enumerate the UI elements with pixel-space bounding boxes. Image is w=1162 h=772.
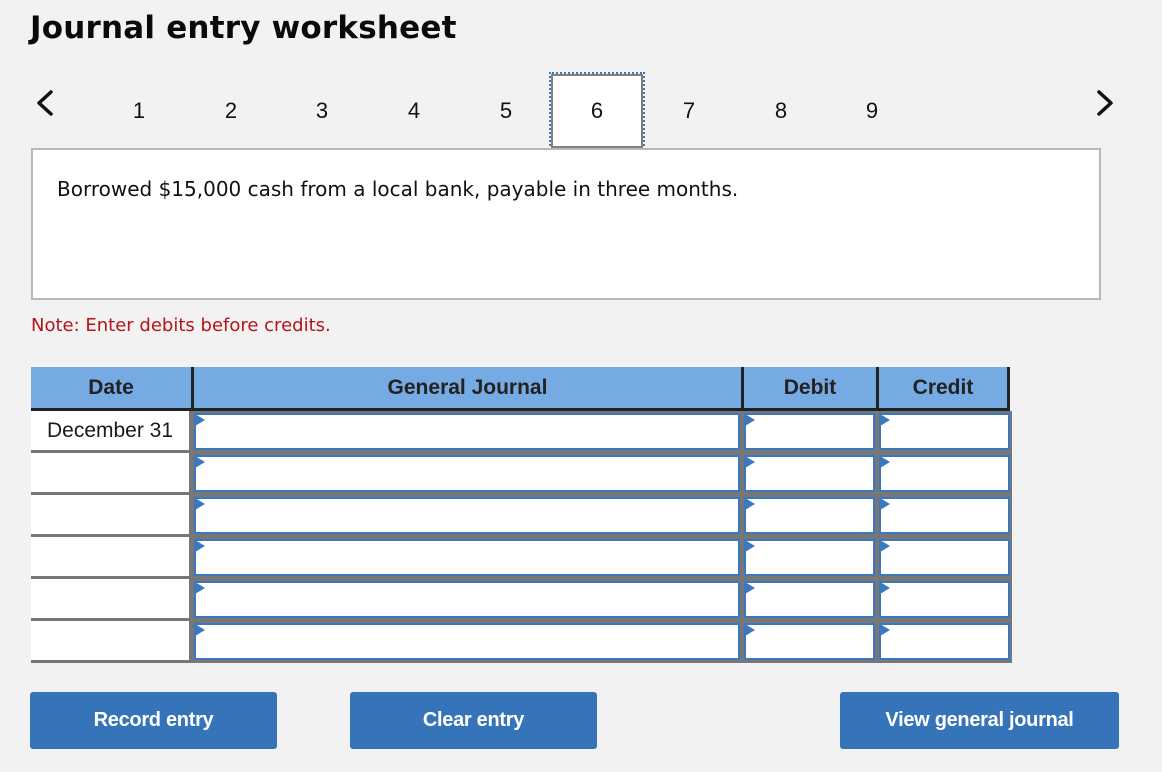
credit-cell (877, 495, 1012, 537)
journal-row (31, 495, 1012, 537)
journal-row: December 31 (31, 411, 1012, 453)
account-input[interactable] (194, 455, 740, 492)
journal-header-row: Date General Journal Debit Credit (31, 367, 1010, 411)
account-input[interactable] (194, 581, 740, 618)
account-input[interactable] (194, 497, 740, 534)
debit-cell (742, 579, 877, 621)
date-cell (31, 495, 192, 537)
instruction-note: Note: Enter debits before credits. (31, 315, 331, 336)
debit-cell (742, 495, 877, 537)
account-cell (192, 621, 742, 663)
header-credit: Credit (879, 367, 1010, 408)
credit-input[interactable] (879, 539, 1010, 576)
journal-table: Date General Journal Debit Credit Decemb… (31, 367, 1012, 663)
transaction-description: Borrowed $15,000 cash from a local bank,… (57, 177, 739, 201)
tab-6[interactable]: 6 (549, 72, 645, 150)
journal-rows: December 31 (31, 411, 1012, 663)
debit-input[interactable] (744, 581, 875, 618)
header-date: Date (31, 367, 194, 408)
account-cell (192, 537, 742, 579)
account-input[interactable] (194, 623, 740, 660)
journal-row (31, 453, 1012, 495)
credit-input[interactable] (879, 455, 1010, 492)
credit-input[interactable] (879, 581, 1010, 618)
journal-row (31, 621, 1012, 663)
debit-input[interactable] (744, 455, 875, 492)
chevron-right-icon (1097, 90, 1113, 116)
account-cell (192, 411, 742, 453)
credit-cell (877, 453, 1012, 495)
debit-input[interactable] (744, 413, 875, 450)
transaction-description-box: Borrowed $15,000 cash from a local bank,… (31, 148, 1101, 300)
date-cell: December 31 (31, 411, 192, 453)
credit-input[interactable] (879, 497, 1010, 534)
tab-9[interactable]: 9 (826, 74, 918, 148)
tab-5[interactable]: 5 (460, 74, 552, 148)
debit-input[interactable] (744, 497, 875, 534)
account-cell (192, 495, 742, 537)
prev-button[interactable] (30, 86, 60, 120)
account-input[interactable] (194, 539, 740, 576)
tab-1[interactable]: 1 (93, 74, 185, 148)
tab-2[interactable]: 2 (185, 74, 277, 148)
clear-entry-button[interactable]: Clear entry (350, 692, 597, 749)
account-input[interactable] (194, 413, 740, 450)
debit-input[interactable] (744, 623, 875, 660)
date-cell (31, 537, 192, 579)
header-general-journal: General Journal (194, 367, 744, 408)
credit-input[interactable] (879, 623, 1010, 660)
credit-cell (877, 621, 1012, 663)
tab-7[interactable]: 7 (643, 74, 735, 148)
debit-cell (742, 537, 877, 579)
credit-cell (877, 537, 1012, 579)
next-button[interactable] (1090, 86, 1120, 120)
account-cell (192, 579, 742, 621)
tab-3[interactable]: 3 (276, 74, 368, 148)
tab-4[interactable]: 4 (368, 74, 460, 148)
debit-cell (742, 453, 877, 495)
journal-row (31, 579, 1012, 621)
tab-8[interactable]: 8 (735, 74, 827, 148)
credit-cell (877, 411, 1012, 453)
date-cell (31, 621, 192, 663)
date-cell (31, 453, 192, 495)
debit-cell (742, 621, 877, 663)
debit-cell (742, 411, 877, 453)
debit-input[interactable] (744, 539, 875, 576)
journal-row (31, 537, 1012, 579)
credit-cell (877, 579, 1012, 621)
header-debit: Debit (744, 367, 879, 408)
record-entry-button[interactable]: Record entry (30, 692, 277, 749)
page-title: Journal entry worksheet (30, 10, 457, 46)
date-cell (31, 579, 192, 621)
chevron-left-icon (37, 90, 53, 116)
view-general-journal-button[interactable]: View general journal (840, 692, 1119, 749)
credit-input[interactable] (879, 413, 1010, 450)
account-cell (192, 453, 742, 495)
